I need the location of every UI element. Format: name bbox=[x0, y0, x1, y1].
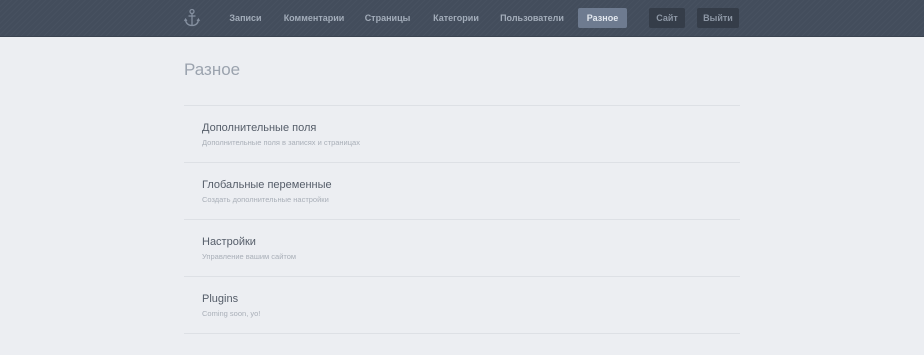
nav-tab-comments[interactable]: Комментарии bbox=[280, 8, 348, 28]
nav-tab-users[interactable]: Пользователи bbox=[496, 8, 568, 28]
nav-tab-posts[interactable]: Записи bbox=[222, 8, 269, 28]
list-item-settings[interactable]: Настройки Управление вашим сайтом bbox=[184, 220, 740, 277]
top-navigation-bar: Записи Комментарии Страницы Категории По… bbox=[0, 0, 924, 37]
item-title: Глобальные переменные bbox=[202, 179, 332, 191]
item-description: Coming soon, yo! bbox=[202, 309, 261, 318]
page-title: Разное bbox=[184, 60, 241, 79]
nav-tab-misc[interactable]: Разное bbox=[578, 8, 627, 28]
logout-button[interactable]: Выйти bbox=[697, 8, 739, 28]
nav-tab-categories[interactable]: Категории bbox=[427, 8, 485, 28]
item-description: Дополнительные поля в записях и страница… bbox=[202, 138, 360, 147]
anchor-icon[interactable] bbox=[183, 8, 201, 28]
site-button[interactable]: Сайт bbox=[649, 8, 685, 28]
item-title: Дополнительные поля bbox=[202, 122, 317, 134]
list-item-custom-fields[interactable]: Дополнительные поля Дополнительные поля … bbox=[184, 106, 740, 163]
item-title: Plugins bbox=[202, 293, 239, 305]
list-item-plugins[interactable]: Plugins Coming soon, yo! bbox=[184, 277, 740, 334]
item-description: Управление вашим сайтом bbox=[202, 252, 297, 261]
list-item-global-variables[interactable]: Глобальные переменные Создать дополнител… bbox=[184, 163, 740, 220]
settings-list: Дополнительные поля Дополнительные поля … bbox=[184, 105, 740, 334]
item-title: Настройки bbox=[202, 236, 256, 248]
nav-tab-pages[interactable]: Страницы bbox=[359, 8, 416, 28]
item-description: Создать дополнительные настройки bbox=[202, 195, 329, 204]
